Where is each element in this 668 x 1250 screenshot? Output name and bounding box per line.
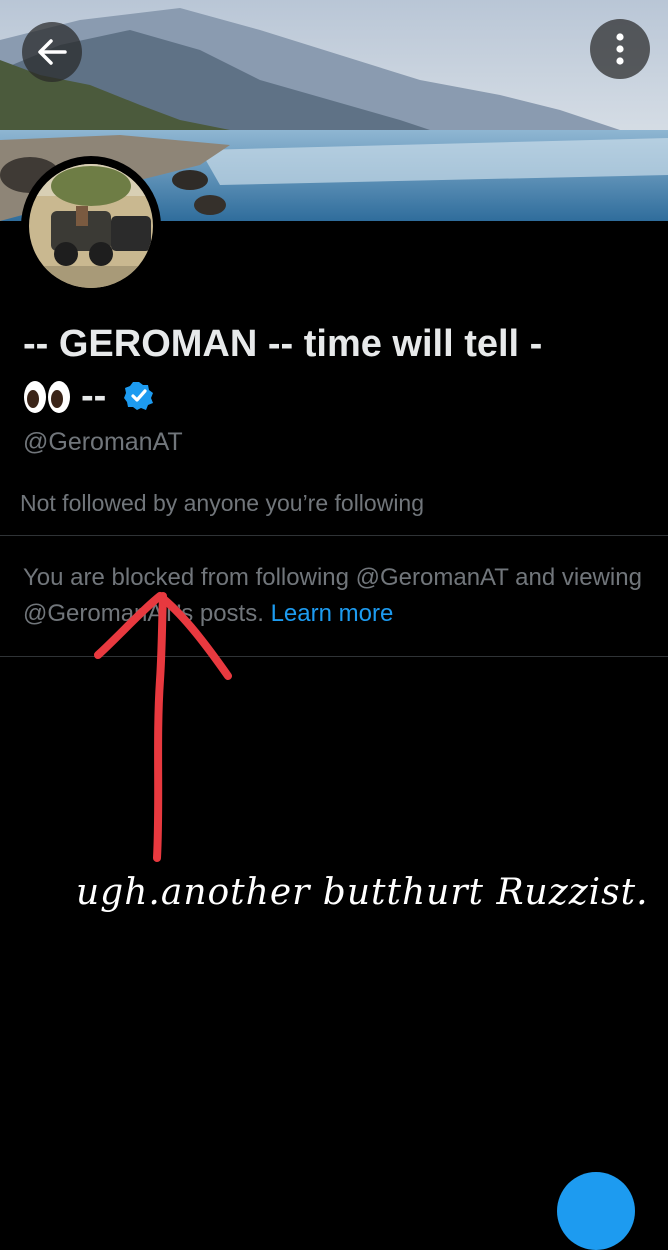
divider <box>0 656 668 657</box>
avatar[interactable] <box>21 156 161 296</box>
followers-you-know-text: Not followed by anyone you’re following <box>20 490 425 516</box>
display-name-line2: -- <box>81 375 117 417</box>
profile-display-name: -- GEROMAN -- time will tell - -- <box>23 318 643 428</box>
arrow-left-icon <box>38 39 67 65</box>
divider <box>0 535 668 536</box>
avatar-image <box>29 164 153 288</box>
compose-button[interactable] <box>557 1172 635 1250</box>
eyes-emoji-icon <box>23 376 71 428</box>
back-button[interactable] <box>22 22 82 82</box>
more-vertical-icon <box>616 33 624 65</box>
handwritten-annotation: ugh.another butthurt Ruzzist. <box>76 872 649 913</box>
profile-handle: @GeromanAT <box>23 428 183 456</box>
blocked-notice: You are blocked from following @GeromanA… <box>23 560 643 632</box>
verified-badge-icon[interactable] <box>123 374 155 426</box>
more-options-button[interactable] <box>590 19 650 79</box>
display-name-line1: -- GEROMAN -- time will tell - <box>23 323 543 365</box>
learn-more-link[interactable]: Learn more <box>271 600 394 627</box>
